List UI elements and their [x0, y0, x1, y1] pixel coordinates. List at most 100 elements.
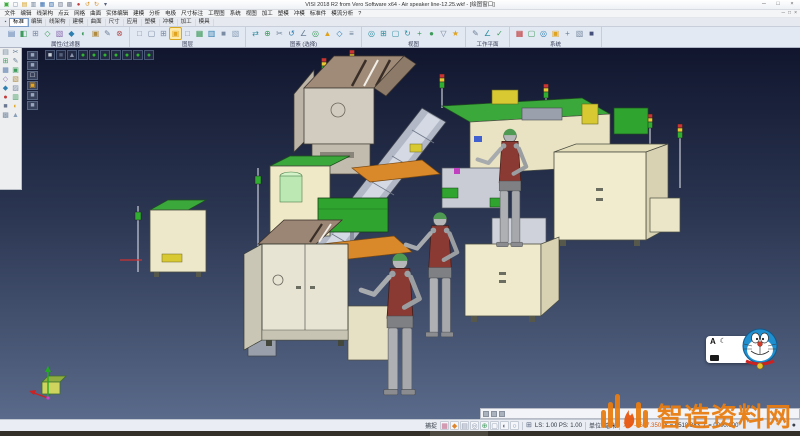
menu-item[interactable]: 文件 — [2, 10, 18, 18]
layer-filter-icon[interactable]: ⊞ — [30, 28, 41, 39]
visibility-filter-icon[interactable]: ◐ — [78, 28, 89, 39]
select-angle-icon[interactable]: ∠ — [298, 28, 309, 39]
solid-tool-icon[interactable]: ▣ — [11, 67, 20, 75]
mdi-minimize-button[interactable]: ─ — [782, 10, 786, 17]
layer-new-icon[interactable]: □ — [134, 28, 145, 39]
layer-move-icon[interactable]: ▥ — [206, 28, 217, 39]
workplane-edit-icon[interactable]: ✎ — [470, 28, 481, 39]
layer-list-icon[interactable]: ▢ — [146, 28, 157, 39]
arrow-tool-icon[interactable]: ▲ — [11, 112, 20, 120]
wireframe-tool-icon[interactable]: ▤ — [1, 49, 10, 57]
lock-filter-icon[interactable]: ▣ — [90, 28, 101, 39]
system-colors-icon[interactable]: ▦ — [514, 28, 525, 39]
menu-item[interactable]: 塑模 — [275, 10, 291, 18]
layer-visible-icon[interactable]: ▦ — [194, 28, 205, 39]
layer-settings-icon[interactable]: ▧ — [230, 28, 241, 39]
float-tool-icon[interactable]: ● — [144, 50, 154, 60]
float-tool-icon[interactable]: ■ — [27, 51, 38, 60]
menu-item[interactable]: 加工 — [259, 10, 275, 18]
ime-keyboard-icon[interactable] — [710, 355, 719, 361]
select-circle-icon[interactable]: ◎ — [310, 28, 321, 39]
trim-tool-icon[interactable]: ✂ — [11, 49, 20, 57]
select-cut-icon[interactable]: ✂ — [274, 28, 285, 39]
toolbar-tab[interactable]: 模具 — [196, 19, 214, 26]
customize-icon[interactable]: ▾ — [102, 1, 109, 9]
status-indicator-icon[interactable]: ● — [792, 421, 796, 431]
color-filter-icon[interactable]: ◧ — [18, 28, 29, 39]
snap-mid-icon[interactable]: ▤ — [460, 421, 469, 430]
float-tool-icon[interactable]: ■ — [56, 50, 66, 60]
prompt-icon[interactable] — [483, 411, 489, 417]
float-tool-icon[interactable]: ■ — [45, 50, 55, 60]
float-tool-icon[interactable]: ● — [133, 50, 143, 60]
minimize-button[interactable]: ─ — [759, 0, 769, 9]
view-save-icon[interactable]: ★ — [450, 28, 461, 39]
redo-icon[interactable]: ↻ — [93, 1, 100, 9]
view-rotate-icon[interactable]: ↻ — [402, 28, 413, 39]
undo-icon[interactable]: ↺ — [84, 1, 91, 9]
highlight-filter-icon[interactable]: ✎ — [102, 28, 113, 39]
toolbar-tab[interactable]: 尺寸 — [106, 19, 124, 26]
view-down-icon[interactable]: ▽ — [438, 28, 449, 39]
prompt-bar[interactable] — [480, 408, 800, 419]
select-face-icon[interactable]: ◇ — [334, 28, 345, 39]
menu-item[interactable]: 电极 — [163, 10, 179, 18]
restore-button[interactable]: □ — [773, 0, 783, 9]
toolbar-tab[interactable]: 建模 — [70, 19, 88, 26]
float-tool-icon[interactable]: ● — [100, 50, 110, 60]
prompt-icon[interactable] — [499, 411, 505, 417]
toolbar-tab[interactable]: 曲面 — [88, 19, 106, 26]
snap-point-icon[interactable]: ◆ — [450, 421, 459, 430]
layer-all-icon[interactable]: ■ — [218, 28, 229, 39]
mdi-restore-button[interactable]: □ — [788, 10, 791, 17]
delete-tool-icon[interactable]: ● — [1, 94, 10, 102]
snap-tangent-icon[interactable]: ◐ — [500, 421, 509, 430]
select-add-icon[interactable]: ⊕ — [262, 28, 273, 39]
type-filter-icon[interactable]: ◇ — [42, 28, 53, 39]
view-iso-icon[interactable]: ◎ — [366, 28, 377, 39]
select-solid-icon[interactable]: ▲ — [322, 28, 333, 39]
close-button[interactable]: × — [787, 0, 797, 9]
view-shade-icon[interactable]: ● — [426, 28, 437, 39]
float-tool-icon[interactable]: ■ — [27, 61, 38, 70]
float-tool-icon[interactable]: ▣ — [27, 81, 38, 90]
toolbar-collapse-button[interactable]: ▪ — [2, 18, 9, 26]
menu-item[interactable]: 工程图 — [206, 10, 228, 18]
attributes-icon[interactable]: ▤ — [6, 28, 17, 39]
visi-logo-icon[interactable]: ▣ — [3, 1, 10, 9]
menu-item[interactable]: 线架构 — [34, 10, 56, 18]
float-tool-icon[interactable]: ■ — [27, 91, 38, 100]
block-tool-icon[interactable]: ■ — [1, 103, 10, 111]
menu-item[interactable]: 模流分析 — [329, 10, 356, 18]
surface-tool-icon[interactable]: ▦ — [1, 67, 10, 75]
snap-center-icon[interactable]: ◎ — [470, 421, 479, 430]
toolbar-tab[interactable]: 线架构 — [46, 19, 70, 26]
float-tool-icon[interactable]: ■ — [27, 101, 38, 110]
selection-filter-icon[interactable]: ▧ — [54, 28, 65, 39]
pattern-tool-icon[interactable]: ▩ — [1, 112, 10, 120]
ime-moon-icon[interactable]: ☾ — [720, 338, 726, 346]
coordinate-grid-icon[interactable]: ⊞ — [526, 421, 532, 430]
sketch-tool-icon[interactable]: ✎ — [11, 58, 20, 66]
toolbar-tab[interactable]: 应用 — [124, 19, 142, 26]
snap-history-icon[interactable]: ○ — [510, 421, 519, 430]
float-tool-icon[interactable]: ● — [89, 50, 99, 60]
ime-mode-letter[interactable]: A — [710, 338, 716, 346]
snap-grid-icon[interactable]: ▦ — [440, 421, 449, 430]
float-tool-icon[interactable]: ● — [78, 50, 88, 60]
reset-filter-icon[interactable]: ⊗ — [114, 28, 125, 39]
new-file-icon[interactable]: ▢ — [12, 1, 19, 9]
grid-tool-icon[interactable]: ⊞ — [1, 58, 10, 66]
fillet-tool-icon[interactable]: ◆ — [1, 85, 10, 93]
system-target-icon[interactable]: ◎ — [538, 28, 549, 39]
shell-tool-icon[interactable]: ▧ — [11, 76, 20, 84]
workplane-ok-icon[interactable]: ✓ — [494, 28, 505, 39]
snap-intersect-icon[interactable]: ⊕ — [480, 421, 489, 430]
snap-end-icon[interactable]: ▢ — [490, 421, 499, 430]
mdi-close-button[interactable]: × — [794, 10, 797, 17]
layer-add-icon[interactable]: ⊞ — [158, 28, 169, 39]
menu-item[interactable]: 尺寸标注 — [179, 10, 206, 18]
select-swap-icon[interactable]: ⇄ — [250, 28, 261, 39]
layer-current-icon[interactable]: ▣ — [170, 28, 181, 39]
system-box-icon[interactable]: ▣ — [550, 28, 561, 39]
